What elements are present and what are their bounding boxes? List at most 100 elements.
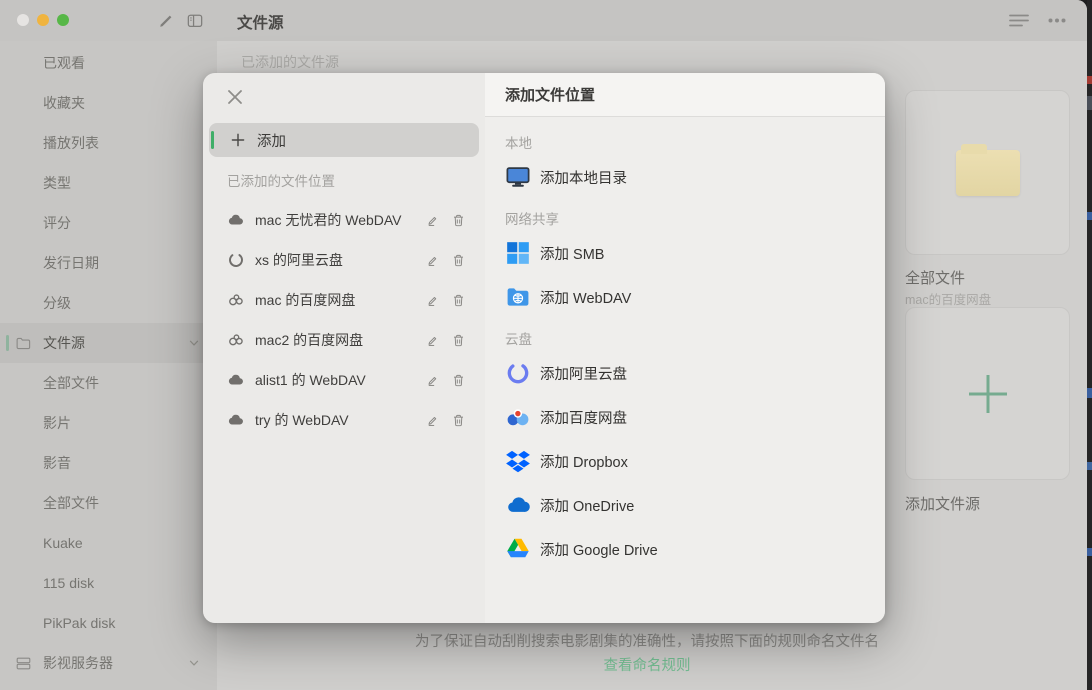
sidebar-item-8[interactable]: 全部文件: [0, 363, 217, 403]
more-icon[interactable]: [1046, 11, 1068, 30]
add-option-label: 添加 SMB: [540, 243, 604, 264]
gdrive-icon: [505, 536, 531, 562]
add-file-location-dialog: 添加 已添加的文件位置 mac 无忧君的 WebDAV xs 的阿里云盘 mac 的…: [203, 73, 885, 623]
added-locations-header: 已添加的文件位置: [227, 168, 335, 192]
source-card-label: 全部文件: [905, 267, 965, 288]
sidebar-item-11[interactable]: 全部文件: [0, 483, 217, 523]
sidebar-item-label: 播放列表: [43, 133, 99, 153]
sidebar-item-label: 全部文件: [43, 373, 99, 393]
naming-rule-link[interactable]: 查看命名规则: [217, 654, 1077, 675]
add-option-row[interactable]: 添加本地目录: [485, 155, 885, 199]
add-option-row[interactable]: 添加阿里云盘: [485, 351, 885, 395]
row-actions: [425, 320, 466, 360]
trash-icon[interactable]: [451, 253, 466, 268]
add-option-label: 添加阿里云盘: [540, 363, 627, 384]
add-option-row[interactable]: 添加 WebDAV: [485, 275, 885, 319]
sidebar-item-2[interactable]: 播放列表: [0, 123, 217, 163]
monitor-icon: [505, 164, 531, 190]
windows-icon: [505, 240, 531, 266]
edit-icon[interactable]: [425, 413, 440, 428]
naming-rule-notice: 为了保证自动刮削搜索电影剧集的准确性，请按照下面的规则命名文件名: [217, 630, 1077, 651]
pencil-icon[interactable]: [157, 12, 175, 30]
cloud-icon: [227, 371, 245, 389]
added-location-name: mac2 的百度网盘: [255, 330, 363, 350]
added-location-row[interactable]: mac 的百度网盘: [203, 280, 485, 320]
added-location-row[interactable]: mac2 的百度网盘: [203, 320, 485, 360]
add-option-label: 添加 Google Drive: [540, 539, 658, 560]
add-option-label: 添加本地目录: [540, 167, 627, 188]
sidebar-item-4[interactable]: 评分: [0, 203, 217, 243]
added-location-row[interactable]: try 的 WebDAV: [203, 400, 485, 440]
add-option-row[interactable]: 添加 OneDrive: [485, 483, 885, 527]
sidebar-item-label: 已观看: [43, 53, 85, 73]
minimize-window-button[interactable]: [37, 14, 49, 26]
section-label: 本地: [505, 129, 885, 155]
added-location-row[interactable]: mac 无忧君的 WebDAV: [203, 200, 485, 240]
edit-icon[interactable]: [425, 333, 440, 348]
trash-icon[interactable]: [451, 413, 466, 428]
row-actions: [425, 280, 466, 320]
plus-icon: [965, 371, 1011, 417]
add-option-label: 添加 Dropbox: [540, 451, 628, 472]
dialog-left-pane: 添加 已添加的文件位置 mac 无忧君的 WebDAV xs 的阿里云盘 mac 的…: [203, 73, 485, 623]
cloud-icon: [227, 411, 245, 429]
sidebar-item-0[interactable]: 已观看: [0, 43, 217, 83]
source-card-all-files[interactable]: [905, 90, 1070, 255]
add-menu-item[interactable]: 添加: [209, 123, 479, 157]
row-actions: [425, 360, 466, 400]
sidebar-toggle-icon[interactable]: [186, 12, 204, 30]
edit-icon[interactable]: [425, 293, 440, 308]
page-title: 文件源: [237, 11, 284, 33]
baidu-gray-icon: [227, 291, 245, 309]
edit-icon[interactable]: [425, 213, 440, 228]
sidebar-item-9[interactable]: 影片: [0, 403, 217, 443]
sidebar-item-label: PikPak disk: [43, 615, 115, 631]
add-option-row[interactable]: 添加 SMB: [485, 231, 885, 275]
trash-icon[interactable]: [451, 333, 466, 348]
add-menu-label: 添加: [257, 130, 286, 151]
add-option-row[interactable]: 添加百度网盘: [485, 395, 885, 439]
added-location-name: alist1 的 WebDAV: [255, 370, 366, 390]
selection-accent-bar: [211, 131, 214, 149]
trash-icon[interactable]: [451, 373, 466, 388]
zoom-window-button[interactable]: [57, 14, 69, 26]
sidebar-item-kuake[interactable]: Kuake: [0, 523, 217, 563]
plus-icon: [230, 132, 246, 148]
added-location-row[interactable]: alist1 的 WebDAV: [203, 360, 485, 400]
chevron-down-icon[interactable]: [187, 656, 201, 670]
sidebar-list: 已观看收藏夹播放列表类型评分发行日期分级文件源全部文件影片影音全部文件Kuake…: [0, 43, 217, 683]
close-icon[interactable]: [225, 87, 245, 107]
sidebar-item-label: Kuake: [43, 535, 83, 551]
add-option-row[interactable]: 添加 Dropbox: [485, 439, 885, 483]
edit-icon[interactable]: [425, 253, 440, 268]
add-source-card[interactable]: [905, 307, 1070, 480]
added-location-name: mac 的百度网盘: [255, 290, 355, 310]
edit-icon[interactable]: [425, 373, 440, 388]
sidebar-item-6[interactable]: 分级: [0, 283, 217, 323]
trash-icon[interactable]: [451, 213, 466, 228]
add-option-row[interactable]: 添加 Google Drive: [485, 527, 885, 571]
trash-icon[interactable]: [451, 293, 466, 308]
sidebar-item-1[interactable]: 收藏夹: [0, 83, 217, 123]
sidebar-item-label: 文件源: [43, 333, 85, 353]
close-window-button[interactable]: [17, 14, 29, 26]
added-location-row[interactable]: xs 的阿里云盘: [203, 240, 485, 280]
sidebar-item-115-disk[interactable]: 115 disk: [0, 563, 217, 603]
sidebar-item-label: 收藏夹: [43, 93, 85, 113]
add-option-label: 添加 OneDrive: [540, 495, 634, 516]
list-icon[interactable]: [1008, 11, 1030, 30]
sidebar-item-15[interactable]: 影视服务器: [0, 643, 217, 683]
row-actions: [425, 400, 466, 440]
sidebar-item-7[interactable]: 文件源: [0, 323, 217, 363]
added-locations-list: mac 无忧君的 WebDAV xs 的阿里云盘 mac 的百度网盘 mac2 的百度…: [203, 200, 485, 440]
sidebar-item-label: 影片: [43, 413, 71, 433]
sidebar-item-10[interactable]: 影音: [0, 443, 217, 483]
added-location-name: xs 的阿里云盘: [255, 250, 343, 270]
sidebar-item-5[interactable]: 发行日期: [0, 243, 217, 283]
sidebar-item-3[interactable]: 类型: [0, 163, 217, 203]
dropbox-icon: [505, 448, 531, 474]
chevron-down-icon[interactable]: [187, 336, 201, 350]
row-actions: [425, 240, 466, 280]
sidebar-item-pikpak-disk[interactable]: PikPak disk: [0, 603, 217, 643]
sidebar: 已观看收藏夹播放列表类型评分发行日期分级文件源全部文件影片影音全部文件Kuake…: [0, 41, 217, 690]
